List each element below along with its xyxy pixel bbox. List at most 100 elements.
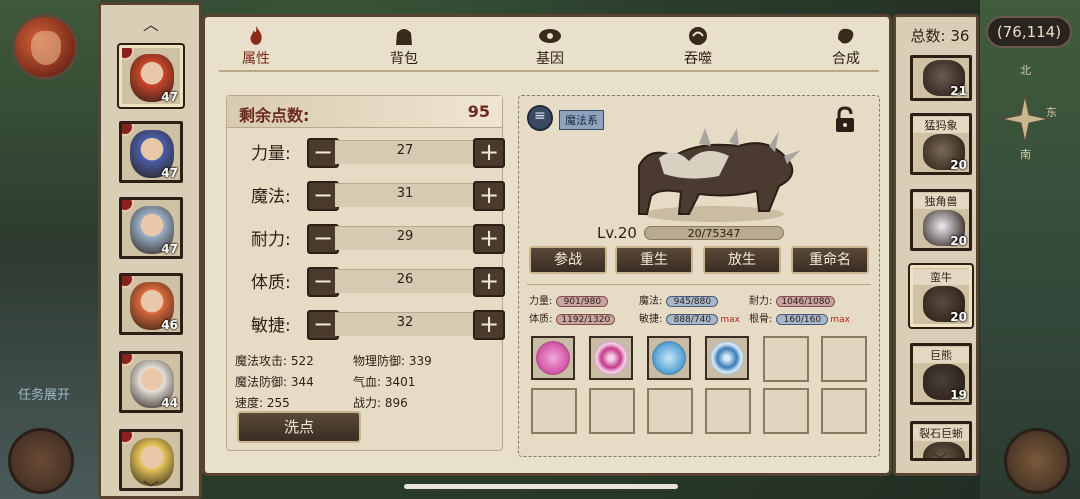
hp-text: 气血: 3401 [353, 375, 416, 389]
increase-button[interactable]: + [473, 267, 505, 297]
empty-skill-slot[interactable] [705, 388, 751, 434]
hero-class-badge-icon [122, 48, 134, 60]
creature-level: 20 [950, 310, 967, 324]
pink-beast-skill-icon [536, 341, 570, 375]
creature-stat-label: 魔法: [639, 296, 663, 307]
creature-card[interactable]: 蛮牛 20 [910, 265, 972, 327]
increase-button[interactable]: + [473, 224, 505, 254]
creature-level: 20 [950, 158, 967, 172]
school-tag: 魔法系 [559, 110, 604, 130]
empty-skill-slot[interactable] [531, 388, 577, 434]
tab-bag[interactable]: 背包 [369, 25, 439, 73]
stat-name: 魔法: [251, 187, 291, 207]
creature-divider [527, 284, 871, 285]
creature-stat-pill: 901/980 [556, 295, 609, 307]
hero-class-badge-icon [122, 276, 134, 288]
coordinates-display: (76,114) [986, 16, 1072, 48]
hero-list-down-arrow-icon[interactable]: ﹀ [143, 475, 159, 499]
tab-synthesis-label: 合成 [832, 51, 860, 67]
reset-points-button[interactable]: 洗点 [237, 411, 361, 443]
empty-skill-slot[interactable] [647, 388, 693, 434]
max-badge: max [720, 315, 740, 325]
school-list-icon[interactable] [527, 105, 553, 131]
increase-button[interactable]: + [473, 310, 505, 340]
tab-bar: 属性 背包 基因 吞噬 合成 [205, 17, 889, 77]
gene-icon [539, 29, 561, 43]
stat-name: 耐力: [251, 230, 291, 250]
hero-card[interactable]: 44 [119, 351, 183, 413]
hero-level: 44 [161, 396, 178, 410]
creature-level: Lv.20 [597, 224, 637, 242]
creature-card[interactable]: 巨熊 19 [910, 343, 972, 405]
creature-total: 总数: 36 [910, 27, 970, 45]
bag-icon [396, 29, 412, 45]
skill-slot-1[interactable] [531, 336, 575, 380]
creature-card[interactable]: 21 [910, 55, 972, 101]
hero-card[interactable]: 47 [119, 45, 183, 107]
tab-devour-label: 吞噬 [684, 51, 712, 67]
hero-card[interactable]: 47 [119, 197, 183, 259]
stat-name: 敏捷: [251, 316, 291, 336]
stat-name: 体质: [251, 273, 291, 293]
skill-slot-4[interactable] [705, 336, 749, 380]
creature-name: 独角兽 [913, 193, 969, 209]
unlock-icon[interactable] [831, 106, 859, 134]
tab-attributes-label: 属性 [242, 51, 270, 67]
compass-north-label: 北 [1020, 64, 1031, 77]
creature-card[interactable]: 猛犸象 20 [910, 113, 972, 175]
stat-row-strength: 力量: − 27 + [227, 134, 505, 168]
pink-vortex-skill-icon [594, 341, 628, 375]
tab-synthesis[interactable]: 合成 [811, 25, 881, 73]
creature-level: 21 [950, 84, 967, 98]
speed-text: 速度: 255 [235, 396, 290, 410]
pet-panel: 属性 背包 基因 吞噬 合成 剩余点数: 95 力量: − 27 + 魔法: −… [202, 14, 892, 476]
experience-bar: 20/75347 [644, 226, 784, 240]
home-indicator [404, 484, 678, 489]
bottom-left-menu-button[interactable] [8, 428, 74, 494]
remaining-points-value: 95 [467, 102, 490, 121]
stat-row-stamina: 耐力: − 29 + [227, 220, 505, 254]
bottom-right-home-button[interactable] [1004, 428, 1070, 494]
hero-list-up-arrow-icon[interactable]: ︿ [143, 11, 159, 35]
creature-stat-label: 根骨: [749, 314, 773, 325]
compass-rose-icon [1002, 96, 1048, 142]
rename-button[interactable]: 重命名 [791, 246, 869, 274]
hero-class-badge-icon [122, 200, 134, 212]
creature-level: 20 [950, 234, 967, 248]
max-badge: max [830, 315, 850, 325]
tab-gene[interactable]: 基因 [515, 25, 585, 73]
tab-devour[interactable]: 吞噬 [663, 25, 733, 73]
hero-list[interactable]: ︿ 47 47 47 46 44 ﹀ [98, 2, 202, 499]
skill-slot-2[interactable] [589, 336, 633, 380]
hero-card[interactable]: 46 [119, 273, 183, 335]
empty-skill-slot[interactable] [589, 388, 635, 434]
increase-button[interactable]: + [473, 138, 505, 168]
empty-skill-slot[interactable] [821, 336, 867, 382]
skill-slot-3[interactable] [647, 336, 691, 380]
release-button[interactable]: 放生 [703, 246, 781, 274]
empty-skill-slot[interactable] [763, 388, 809, 434]
creature-card[interactable]: 独角兽 20 [910, 189, 972, 251]
stat-value: 29 [396, 229, 414, 244]
increase-button[interactable]: + [473, 181, 505, 211]
rebirth-button[interactable]: 重生 [615, 246, 693, 274]
empty-skill-slot[interactable] [821, 388, 867, 434]
hero-card[interactable]: 47 [119, 121, 183, 183]
blue-vortex-skill-icon [710, 341, 744, 375]
creature-portrait [638, 128, 801, 222]
creature-strength: 力量: 901/980 [529, 292, 609, 307]
creature-list[interactable]: 总数: 36 21 猛犸象 20 独角兽 20 蛮牛 20 巨熊 19 裂石巨蜥 ﹀ [893, 14, 979, 476]
tab-attributes[interactable]: 属性 [221, 25, 291, 73]
creature-stat-label: 力量: [529, 296, 553, 307]
hero-class-badge-icon [122, 432, 134, 444]
creature-stamina: 耐力: 1046/1080 [749, 292, 836, 307]
hero-level: 47 [161, 90, 178, 104]
flame-icon [250, 26, 262, 45]
stat-value: 31 [396, 186, 414, 201]
creature-list-down-arrow-icon[interactable]: ﹀ [932, 447, 948, 471]
task-expand-label[interactable]: 任务展开 [18, 384, 70, 403]
blue-beast-skill-icon [652, 341, 686, 375]
empty-skill-slot[interactable] [763, 336, 809, 382]
join-battle-button[interactable]: 参战 [529, 246, 607, 274]
player-avatar[interactable] [12, 14, 78, 80]
